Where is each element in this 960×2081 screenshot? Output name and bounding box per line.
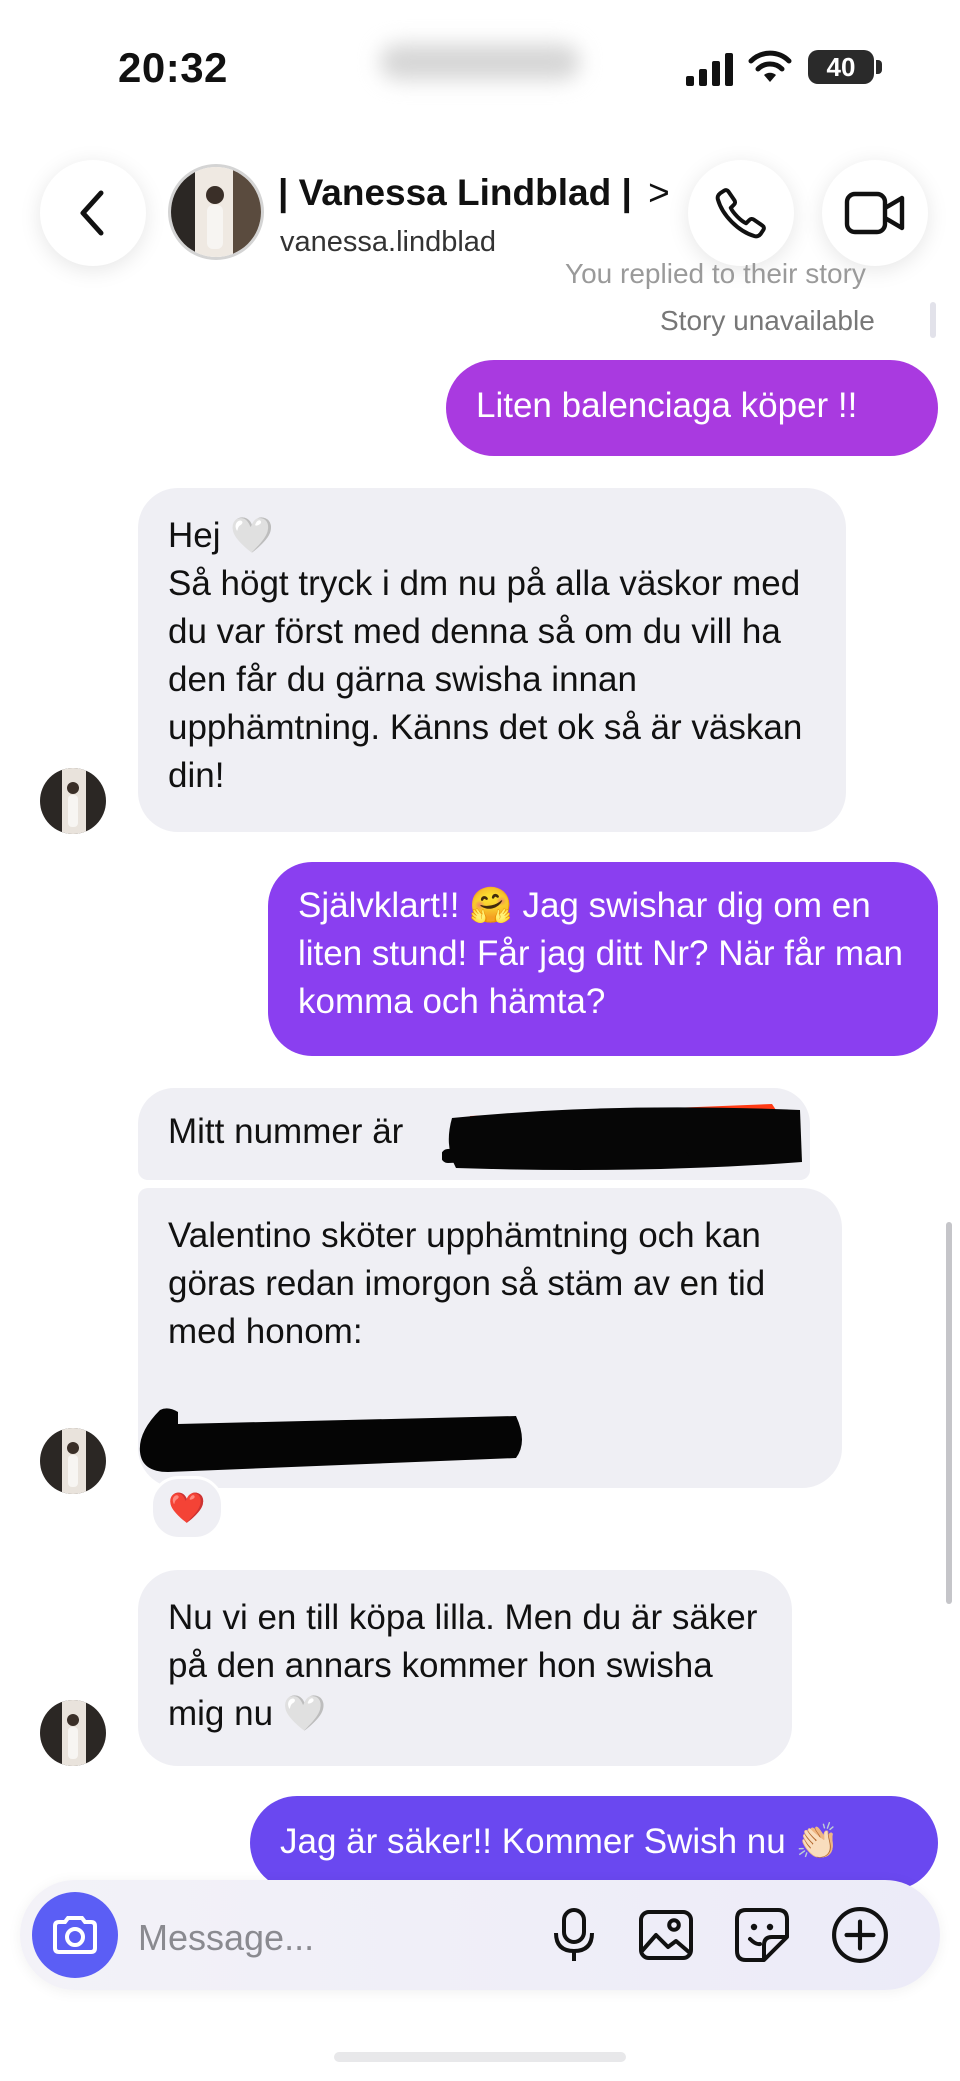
- cellular-signal-icon: [686, 53, 733, 86]
- audio-call-button[interactable]: [688, 160, 794, 266]
- message-bubble-outgoing[interactable]: Liten balenciaga köper !!: [446, 360, 938, 456]
- voice-message-button[interactable]: [544, 1905, 604, 1965]
- redaction-scribble: [442, 1104, 802, 1170]
- scrollbar[interactable]: [946, 1222, 952, 1604]
- story-reply-note: You replied to their story: [565, 258, 866, 289]
- video-camera-icon: [844, 191, 905, 235]
- message-bubble-outgoing[interactable]: Jag är säker!! Kommer Swish nu 👏🏻: [250, 1796, 938, 1890]
- redaction-scribble: [139, 1408, 522, 1472]
- back-chevron-icon: [80, 190, 104, 236]
- sender-avatar[interactable]: [40, 768, 106, 834]
- message-bubble-outgoing[interactable]: Självklart!! 🤗 Jag swishar dig om en lit…: [268, 862, 938, 1056]
- story-indicator: [930, 302, 936, 338]
- avatar-photo: [40, 1428, 106, 1494]
- wifi-icon: [748, 50, 792, 82]
- contact-handle: vanessa.lindblad: [280, 226, 497, 258]
- battery-icon: 40: [808, 50, 874, 84]
- avatar-photo: [40, 768, 106, 834]
- camera-button[interactable]: [32, 1892, 118, 1978]
- contact-name[interactable]: | Vanessa Lindblad | >: [278, 172, 670, 214]
- gallery-button[interactable]: [636, 1905, 696, 1965]
- video-call-button[interactable]: [822, 160, 928, 266]
- phone-icon: [715, 188, 766, 239]
- back-button[interactable]: [40, 160, 146, 266]
- microphone-icon: [554, 1908, 594, 1961]
- battery-level: 40: [826, 52, 856, 82]
- sticker-icon: [735, 1908, 789, 1962]
- chevron-right-icon: >: [648, 172, 670, 213]
- message-bubble-incoming[interactable]: Nu vi en till köpa lilla. Men du är säke…: [138, 1570, 792, 1766]
- battery-cap: [876, 60, 882, 74]
- plus-circle-icon: [832, 1907, 888, 1963]
- status-time: 20:32: [118, 44, 228, 91]
- blurred-title: [380, 44, 580, 80]
- gallery-icon: [639, 1910, 693, 1960]
- more-button[interactable]: [830, 1905, 890, 1965]
- message-bubble-incoming[interactable]: Hej 🤍 Så högt tryck i dm nu på alla väsk…: [138, 488, 846, 832]
- sticker-button[interactable]: [732, 1905, 792, 1965]
- message-text: Hej 🤍 Så högt tryck i dm nu på alla väsk…: [168, 516, 803, 795]
- camera-icon: [53, 1916, 97, 1954]
- story-unavailable[interactable]: Story unavailable: [660, 305, 875, 337]
- home-indicator: [334, 2052, 626, 2062]
- sender-avatar[interactable]: [40, 1428, 106, 1494]
- profile-avatar[interactable]: [168, 164, 264, 260]
- sender-avatar[interactable]: [40, 1700, 106, 1766]
- avatar-photo: [171, 167, 261, 257]
- heart-reaction[interactable]: ❤️: [150, 1476, 224, 1540]
- message-input[interactable]: [138, 1910, 498, 1966]
- contact-name-text: | Vanessa Lindblad |: [278, 172, 632, 213]
- avatar-photo: [40, 1700, 106, 1766]
